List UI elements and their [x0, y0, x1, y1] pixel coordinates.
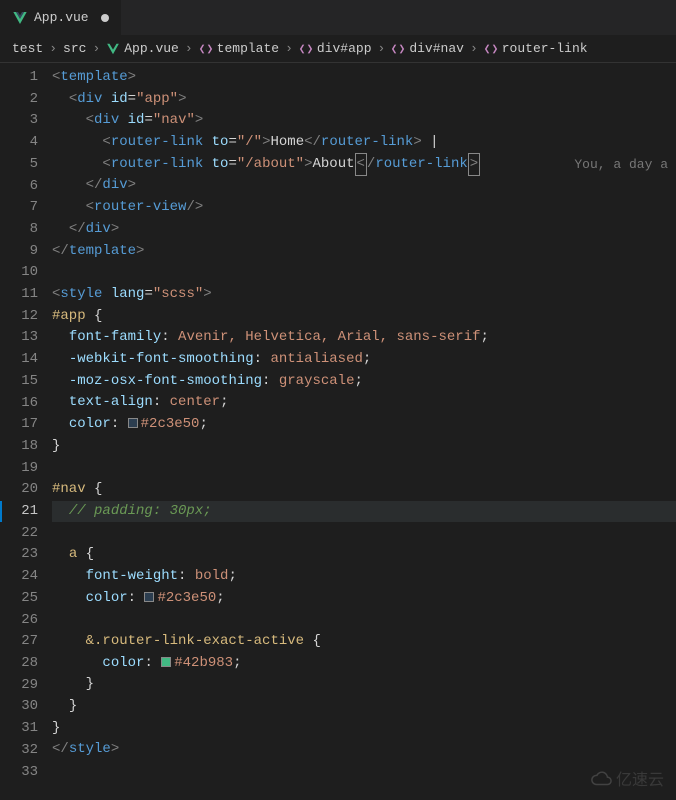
- xml-element-icon: [391, 42, 405, 56]
- breadcrumb-item[interactable]: App.vue: [106, 41, 179, 56]
- chevron-right-icon: ›: [185, 41, 193, 56]
- code-editor[interactable]: 1234567891011121314151617181920212223242…: [0, 63, 676, 800]
- breadcrumb-item[interactable]: div#nav: [391, 41, 464, 56]
- breadcrumb-item[interactable]: src: [63, 41, 86, 56]
- xml-element-icon: [199, 42, 213, 56]
- modified-indicator-icon: [101, 14, 109, 22]
- tab-label: App.vue: [34, 10, 89, 25]
- breadcrumb-item[interactable]: template: [199, 41, 279, 56]
- code-area[interactable]: <template> <div id="app"> <div id="nav">…: [52, 63, 676, 800]
- vue-icon: [12, 10, 28, 26]
- chevron-right-icon: ›: [378, 41, 386, 56]
- watermark-text: 亿速云: [616, 766, 664, 790]
- breadcrumb-item[interactable]: div#app: [299, 41, 372, 56]
- tab-bar: App.vue: [0, 0, 676, 35]
- cloud-icon: [590, 768, 610, 788]
- chevron-right-icon: ›: [285, 41, 293, 56]
- chevron-right-icon: ›: [92, 41, 100, 56]
- vue-icon: [106, 42, 120, 56]
- breadcrumb-item[interactable]: test: [12, 41, 43, 56]
- xml-element-icon: [484, 42, 498, 56]
- tab-app-vue[interactable]: App.vue: [0, 0, 122, 35]
- breadcrumb-item[interactable]: router-link: [484, 41, 588, 56]
- chevron-right-icon: ›: [470, 41, 478, 56]
- line-number-gutter: 1234567891011121314151617181920212223242…: [0, 63, 52, 800]
- breadcrumb: test › src › App.vue › template › div#ap…: [0, 35, 676, 63]
- xml-element-icon: [299, 42, 313, 56]
- watermark: 亿速云: [590, 766, 664, 790]
- chevron-right-icon: ›: [49, 41, 57, 56]
